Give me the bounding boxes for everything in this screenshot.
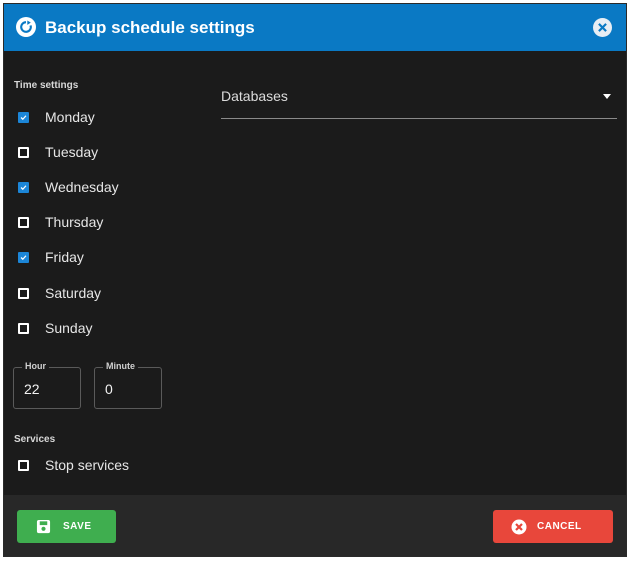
checkbox-unchecked-icon[interactable]	[18, 322, 29, 334]
day-label: Friday	[45, 249, 84, 265]
day-checkbox-thursday[interactable]: Thursday	[18, 211, 103, 233]
cancel-button[interactable]: CANCEL	[493, 510, 613, 543]
hour-label: Hour	[22, 361, 49, 371]
day-checkbox-monday[interactable]: Monday	[18, 106, 95, 128]
day-checkbox-sunday[interactable]: Sunday	[18, 317, 92, 339]
checkbox-unchecked-icon[interactable]	[18, 146, 29, 158]
checkbox-checked-icon[interactable]	[18, 181, 29, 193]
dropdown-arrow-icon[interactable]	[603, 94, 611, 99]
refresh-icon	[16, 17, 36, 37]
save-button[interactable]: SAVE	[17, 510, 116, 543]
hour-field[interactable]: Hour 22	[13, 361, 81, 409]
save-label: SAVE	[63, 521, 92, 532]
day-checkbox-tuesday[interactable]: Tuesday	[18, 141, 98, 163]
databases-select[interactable]: Databases	[221, 78, 617, 119]
stop-services-checkbox[interactable]: Stop services	[18, 454, 129, 476]
minute-value[interactable]: 0	[105, 381, 113, 397]
day-label: Tuesday	[45, 144, 99, 160]
checkbox-unchecked-icon[interactable]	[18, 287, 29, 299]
day-label: Monday	[45, 109, 95, 125]
databases-label: Databases	[221, 88, 288, 104]
dialog-footer: SAVE CANCEL	[4, 495, 626, 556]
floppy-disk-icon	[35, 519, 51, 535]
checkbox-unchecked-icon[interactable]	[18, 459, 29, 471]
time-settings-label: Time settings	[14, 80, 79, 91]
stop-services-label: Stop services	[45, 457, 130, 473]
minute-label: Minute	[103, 361, 138, 371]
day-label: Sunday	[45, 320, 93, 336]
hour-value[interactable]: 22	[24, 381, 40, 397]
day-checkbox-wednesday[interactable]: Wednesday	[18, 176, 119, 198]
cancel-label: CANCEL	[537, 521, 582, 532]
day-label: Thursday	[45, 214, 104, 230]
backup-schedule-dialog: Backup schedule settings Time settings M…	[3, 3, 627, 557]
checkbox-checked-icon[interactable]	[18, 251, 29, 263]
dialog-title: Backup schedule settings	[45, 18, 255, 37]
minute-field[interactable]: Minute 0	[94, 361, 162, 409]
services-label: Services	[14, 434, 56, 445]
day-label: Wednesday	[45, 179, 119, 195]
checkbox-checked-icon[interactable]	[18, 111, 29, 123]
cancel-circle-icon	[511, 519, 527, 535]
day-checkbox-saturday[interactable]: Saturday	[18, 282, 101, 304]
day-checkbox-friday[interactable]: Friday	[18, 246, 84, 268]
close-icon[interactable]	[593, 18, 612, 37]
dialog-titlebar: Backup schedule settings	[4, 4, 626, 51]
day-label: Saturday	[45, 285, 102, 301]
checkbox-unchecked-icon[interactable]	[18, 216, 29, 228]
